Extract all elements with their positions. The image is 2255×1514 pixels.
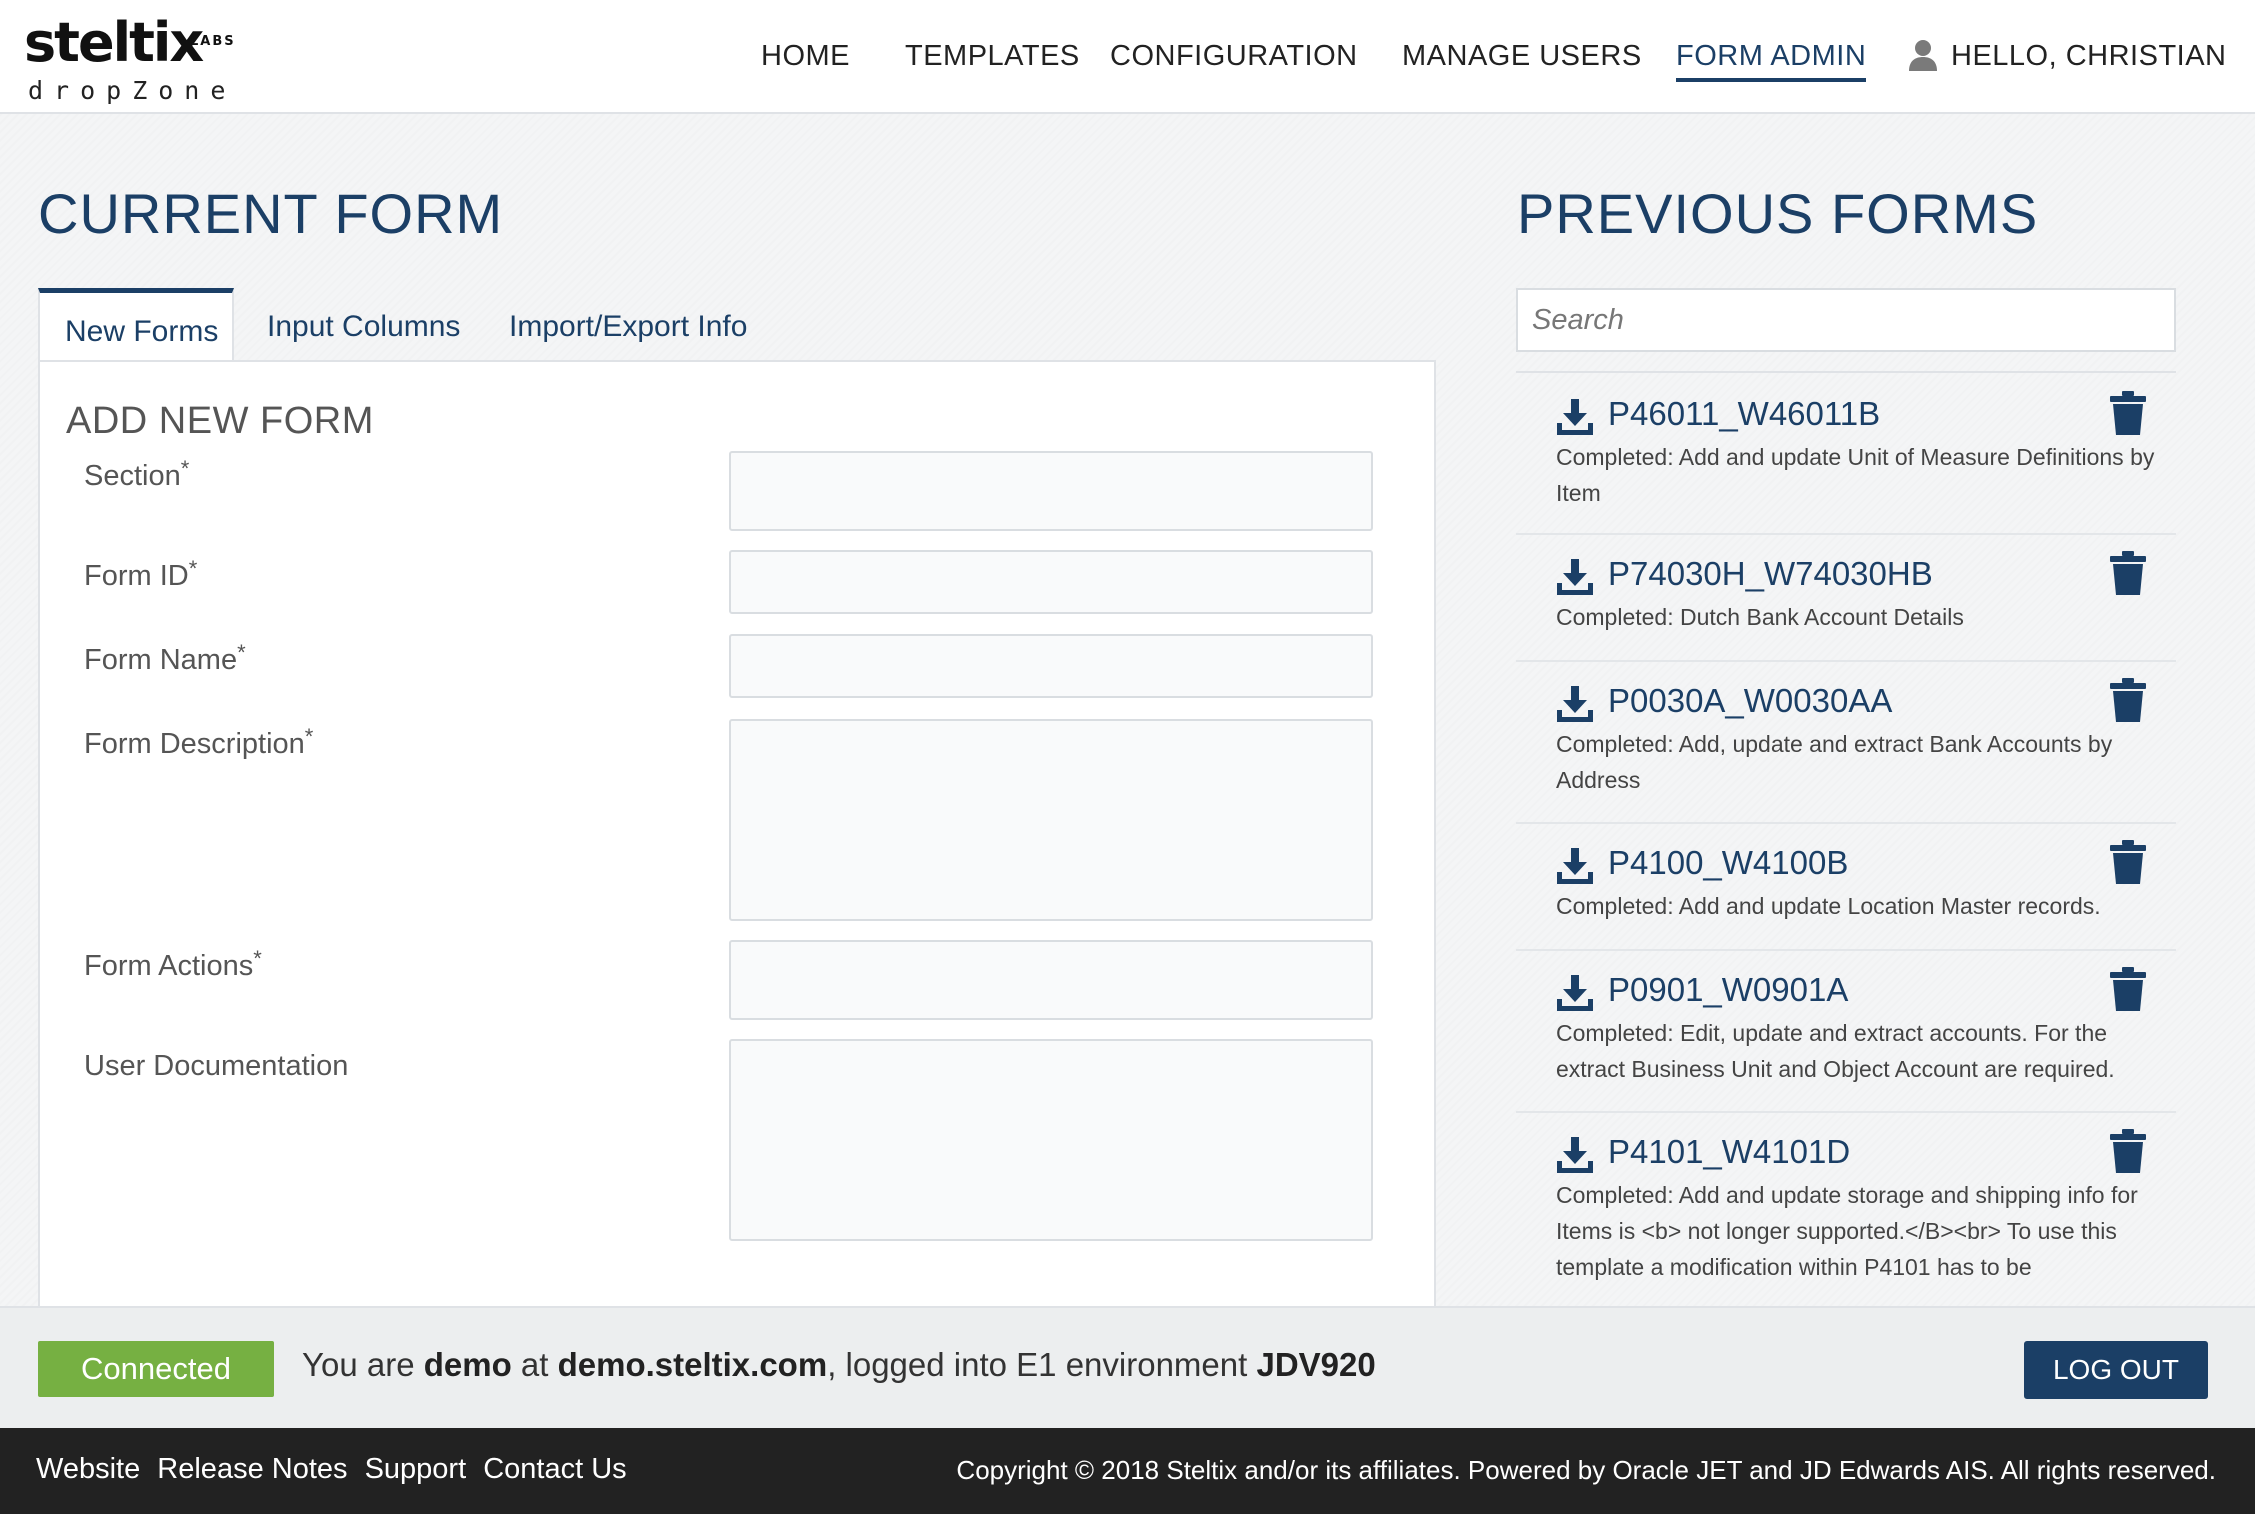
list-item: P0030A_W0030AA Completed: Add, update an… xyxy=(1516,662,2176,824)
download-icon[interactable] xyxy=(1554,397,1596,439)
download-icon[interactable] xyxy=(1554,973,1596,1015)
main-content: CURRENT FORM New Forms Input Columns Imp… xyxy=(0,114,2255,1320)
footer-links: Website Release Notes Support Contact Us xyxy=(36,1453,636,1486)
form-id-input[interactable] xyxy=(729,550,1373,614)
user-greeting[interactable]: HELLO, CHRISTIAN xyxy=(1951,38,2227,74)
form-description: Completed: Edit, update and extract acco… xyxy=(1556,1020,2115,1082)
top-navigation-bar: steltix LABS dropZone HOME TEMPLATES CON… xyxy=(0,0,2255,114)
previous-forms-heading: PREVIOUS FORMS xyxy=(1517,182,2039,245)
nav-form-admin[interactable]: FORM ADMIN xyxy=(1676,38,1867,82)
session-host: demo.steltix.com xyxy=(557,1346,828,1383)
footer-link-release-notes[interactable]: Release Notes xyxy=(157,1453,347,1485)
download-icon[interactable] xyxy=(1554,846,1596,888)
add-new-form-panel: ADD NEW FORM Section* Form ID* Form Name… xyxy=(38,360,1436,1320)
form-name-input[interactable] xyxy=(729,634,1373,698)
footer-link-contact-us[interactable]: Contact Us xyxy=(483,1453,626,1485)
connected-badge: Connected xyxy=(38,1341,274,1397)
list-item: P74030H_W74030HB Completed: Dutch Bank A… xyxy=(1516,535,2176,662)
form-link[interactable]: P0030A_W0030AA xyxy=(1608,682,1892,720)
form-actions-label: Form Actions* xyxy=(84,946,262,982)
form-description-label: Form Description* xyxy=(84,724,314,760)
footer-link-support[interactable]: Support xyxy=(365,1453,467,1485)
list-item: P4100_W4100B Completed: Add and update L… xyxy=(1516,824,2176,951)
previous-forms-list: P46011_W46011B Completed: Add and update… xyxy=(1516,371,2176,1306)
form-description: Completed: Add and update Unit of Measur… xyxy=(1556,444,2155,506)
user-icon[interactable] xyxy=(1908,39,1938,71)
trash-icon[interactable] xyxy=(2108,551,2148,595)
nav-configuration[interactable]: CONFIGURATION xyxy=(1110,38,1358,74)
nav-home[interactable]: HOME xyxy=(761,38,850,74)
current-form-heading: CURRENT FORM xyxy=(38,182,504,245)
section-input[interactable] xyxy=(729,451,1373,531)
form-description: Completed: Add and update storage and sh… xyxy=(1556,1182,2138,1280)
tab-input-columns[interactable]: Input Columns xyxy=(242,288,485,360)
form-name-label: Form Name* xyxy=(84,640,246,676)
nav-templates[interactable]: TEMPLATES xyxy=(905,38,1080,74)
form-link[interactable]: P4100_W4100B xyxy=(1608,844,1848,882)
user-documentation-label: User Documentation xyxy=(84,1050,349,1082)
form-description-textarea[interactable] xyxy=(729,719,1373,921)
form-tabs: New Forms Input Columns Import/Export In… xyxy=(38,288,1438,364)
nav-manage-users[interactable]: MANAGE USERS xyxy=(1402,38,1642,74)
search-input[interactable] xyxy=(1516,288,2176,352)
form-link[interactable]: P0901_W0901A xyxy=(1608,971,1848,1009)
session-info: You are demo at demo.steltix.com, logged… xyxy=(302,1346,1376,1383)
logout-button[interactable]: LOG OUT xyxy=(2024,1341,2208,1399)
trash-icon[interactable] xyxy=(2108,840,2148,884)
trash-icon[interactable] xyxy=(2108,391,2148,435)
form-description: Completed: Add, update and extract Bank … xyxy=(1556,731,2113,793)
trash-icon[interactable] xyxy=(2108,1129,2148,1173)
trash-icon[interactable] xyxy=(2108,678,2148,722)
form-actions-input[interactable] xyxy=(729,940,1373,1020)
form-link[interactable]: P74030H_W74030HB xyxy=(1608,555,1933,593)
form-link[interactable]: P4101_W4101D xyxy=(1608,1133,1850,1171)
list-item: P46011_W46011B Completed: Add and update… xyxy=(1516,373,2176,535)
user-documentation-textarea[interactable] xyxy=(729,1039,1373,1241)
list-item: P0901_W0901A Completed: Edit, update and… xyxy=(1516,951,2176,1113)
download-icon[interactable] xyxy=(1554,684,1596,726)
connection-status-bar: Connected You are demo at demo.steltix.c… xyxy=(0,1306,2255,1430)
trash-icon[interactable] xyxy=(2108,967,2148,1011)
form-description: Completed: Add and update Location Maste… xyxy=(1556,893,2101,919)
session-user: demo xyxy=(423,1346,512,1383)
form-link[interactable]: P46011_W46011B xyxy=(1608,395,1880,433)
footer-link-website[interactable]: Website xyxy=(36,1453,140,1485)
tab-new-forms[interactable]: New Forms xyxy=(38,288,234,364)
form-id-label: Form ID* xyxy=(84,556,198,592)
session-environment: JDV920 xyxy=(1256,1346,1376,1383)
download-icon[interactable] xyxy=(1554,557,1596,599)
list-item: P4101_W4101D Completed: Add and update s… xyxy=(1516,1113,2176,1306)
copyright-text: Copyright © 2018 Steltix and/or its affi… xyxy=(956,1455,2216,1485)
section-label: Section* xyxy=(84,456,190,492)
logo-dropzone: dropZone xyxy=(28,76,237,105)
form-description: Completed: Dutch Bank Account Details xyxy=(1556,604,1964,630)
tab-import-export-info[interactable]: Import/Export Info xyxy=(484,288,772,360)
download-icon[interactable] xyxy=(1554,1135,1596,1177)
add-new-form-title: ADD NEW FORM xyxy=(66,400,374,442)
footer: Website Release Notes Support Contact Us… xyxy=(0,1428,2255,1514)
